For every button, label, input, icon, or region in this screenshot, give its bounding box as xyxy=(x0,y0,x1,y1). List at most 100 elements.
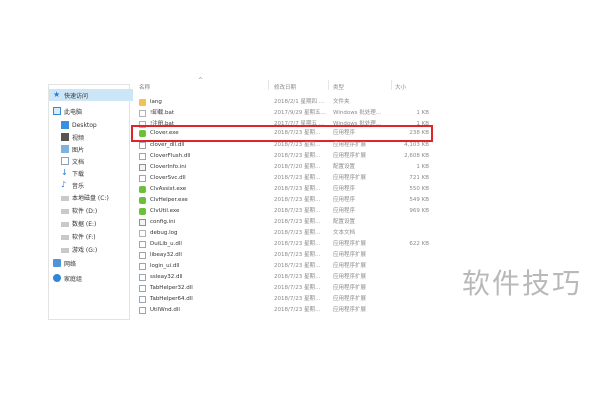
file-row[interactable]: CloverSvc.dll 2018/7/23 星期... 应用程序扩展 721… xyxy=(135,173,433,184)
nav-item-desktop[interactable]: Desktop xyxy=(61,119,97,131)
file-date: 2018/7/23 星期... xyxy=(274,153,321,159)
file-row[interactable]: TabHelper64.dll 2018/7/23 星期... 应用程序扩展 xyxy=(135,294,433,305)
config-file-icon xyxy=(139,164,146,171)
nav-item-music[interactable]: ♪ 音乐 xyxy=(61,179,84,191)
dll-file-icon xyxy=(139,285,146,292)
nav-item-label: 本地磁盘 (C:) xyxy=(72,194,109,202)
file-type: 配置设置 xyxy=(333,219,356,225)
file-row[interactable]: TabHelper32.dll 2018/7/23 星期... 应用程序扩展 xyxy=(135,283,433,294)
file-row[interactable]: !卸载.bat 2017/9/29 星期五... Windows 批处理... … xyxy=(135,108,433,119)
file-type: 应用程序扩展 xyxy=(333,153,367,159)
nav-item-drive-c[interactable]: 本地磁盘 (C:) xyxy=(61,191,109,203)
drive-icon xyxy=(61,208,69,214)
homegroup-icon xyxy=(53,274,61,282)
file-row[interactable]: CloverInfo.ini 2018/7/20 星期... 配置设置 1 KB xyxy=(135,162,433,173)
file-name: CloverInfo.ini xyxy=(150,164,187,170)
column-header-size[interactable]: 大小 xyxy=(395,83,406,94)
file-row[interactable]: libeay32.dll 2018/7/23 星期... 应用程序扩展 xyxy=(135,250,433,261)
file-row[interactable]: ClvUtil.exe 2018/7/23 星期... 应用程序 969 KB xyxy=(135,206,433,217)
column-header-name[interactable]: 名称 xyxy=(139,83,150,94)
file-name: !卸载.bat xyxy=(150,110,174,116)
file-type: 应用程序扩展 xyxy=(333,263,367,269)
file-type: 应用程序扩展 xyxy=(333,142,367,148)
file-date: 2018/7/23 星期... xyxy=(274,142,321,148)
nav-item-videos[interactable]: 视频 xyxy=(61,131,84,143)
file-size: 1 KB xyxy=(416,164,429,170)
nav-item-quick-access[interactable]: ★ 快速访问 xyxy=(49,89,133,101)
dll-file-icon xyxy=(139,153,146,160)
file-name: CloverSvc.dll xyxy=(150,175,186,181)
column-divider[interactable] xyxy=(268,80,269,90)
file-name: TabHelper32.dll xyxy=(150,285,193,291)
file-size: 2,608 KB xyxy=(404,153,429,159)
column-divider[interactable] xyxy=(391,80,392,90)
file-date: 2018/7/23 星期... xyxy=(274,219,321,225)
download-icon: ↓ xyxy=(61,168,68,177)
file-size: 969 KB xyxy=(409,208,429,214)
nav-item-this-pc[interactable]: 此电脑 xyxy=(53,105,82,117)
watermark-text: 软件技巧 xyxy=(462,267,583,300)
nav-item-pictures[interactable]: 图片 xyxy=(61,143,84,155)
file-row[interactable]: config.ini 2018/7/23 星期... 配置设置 xyxy=(135,217,433,228)
file-date: 2018/7/23 星期... xyxy=(274,175,321,181)
file-type: 应用程序 xyxy=(333,208,356,214)
nav-item-drive-g[interactable]: 游戏 (G:) xyxy=(61,243,97,255)
clover-app-icon xyxy=(139,208,146,215)
file-row[interactable]: UtilWnd.dll 2018/7/23 星期... 应用程序扩展 xyxy=(135,305,433,316)
picture-folder-icon xyxy=(61,145,69,153)
file-row[interactable]: ssleay32.dll 2018/7/23 星期... 应用程序扩展 xyxy=(135,272,433,283)
nav-item-label: 软件 (F:) xyxy=(72,233,96,241)
file-date: 2018/7/23 星期... xyxy=(274,252,321,258)
file-date: 2018/7/23 星期... xyxy=(274,307,321,313)
nav-item-network[interactable]: 网络 xyxy=(53,257,76,269)
file-size: 1 KB xyxy=(416,110,429,116)
text-file-icon xyxy=(139,110,146,117)
nav-item-label: 数据 (E:) xyxy=(72,220,97,228)
nav-item-homegroup[interactable]: 家庭组 xyxy=(53,272,82,284)
dll-file-icon xyxy=(139,241,146,248)
column-header-type[interactable]: 类型 xyxy=(333,83,344,94)
nav-item-downloads[interactable]: ↓ 下载 xyxy=(61,167,84,179)
file-type: 配置设置 xyxy=(333,164,356,170)
document-folder-icon xyxy=(61,157,69,165)
drive-icon xyxy=(61,195,69,201)
nav-item-drive-e[interactable]: 数据 (E:) xyxy=(61,217,96,229)
nav-item-label: 此电脑 xyxy=(64,108,83,116)
file-type: Windows 批处理... xyxy=(333,110,382,116)
star-icon: ★ xyxy=(53,90,61,99)
file-row[interactable]: clover_dll.dll 2018/7/23 星期... 应用程序扩展 4,… xyxy=(135,140,433,151)
dll-file-icon xyxy=(139,175,146,182)
column-header-date[interactable]: 修改日期 xyxy=(274,83,296,94)
file-date: 2018/7/23 星期... xyxy=(274,186,321,192)
file-name: config.ini xyxy=(150,219,176,225)
file-row[interactable]: ClvHelper.exe 2018/7/23 星期... 应用程序 549 K… xyxy=(135,195,433,206)
dll-file-icon xyxy=(139,296,146,303)
nav-item-drive-f[interactable]: 软件 (F:) xyxy=(61,230,96,242)
config-file-icon xyxy=(139,219,146,226)
nav-item-label: 软件 (D:) xyxy=(72,207,98,215)
nav-item-label: 下载 xyxy=(72,170,85,178)
file-row[interactable]: debug.log 2018/7/23 星期... 文本文档 xyxy=(135,228,433,239)
text-file-icon xyxy=(139,230,146,237)
file-row[interactable]: lang 2018/2/1 星期四 ... 文件夹 xyxy=(135,97,433,108)
column-divider[interactable] xyxy=(328,80,329,90)
file-row[interactable]: CloverFlush.dll 2018/7/23 星期... 应用程序扩展 2… xyxy=(135,151,433,162)
file-row[interactable]: login_ui.dll 2018/7/23 星期... 应用程序扩展 xyxy=(135,261,433,272)
file-name: debug.log xyxy=(150,230,178,236)
file-row[interactable]: DuiLib_u.dll 2018/7/23 星期... 应用程序扩展 622 … xyxy=(135,239,433,250)
nav-item-label: 音乐 xyxy=(72,182,85,190)
file-date: 2018/7/20 星期... xyxy=(274,164,321,170)
file-date: 2018/2/1 星期四 ... xyxy=(274,99,324,105)
drive-icon xyxy=(61,247,69,253)
file-name: lang xyxy=(150,99,162,105)
file-row[interactable]: ClvAssist.exe 2018/7/23 星期... 应用程序 550 K… xyxy=(135,184,433,195)
nav-item-drive-d[interactable]: 软件 (D:) xyxy=(61,204,97,216)
file-size: 4,103 KB xyxy=(404,142,429,148)
file-type: 应用程序扩展 xyxy=(333,307,367,313)
file-type: 应用程序 xyxy=(333,197,356,203)
nav-item-label: 家庭组 xyxy=(64,275,83,283)
file-size: 550 KB xyxy=(409,186,429,192)
nav-item-documents[interactable]: 文档 xyxy=(61,155,84,167)
file-date: 2018/7/23 星期... xyxy=(274,274,321,280)
dll-file-icon xyxy=(139,307,146,314)
